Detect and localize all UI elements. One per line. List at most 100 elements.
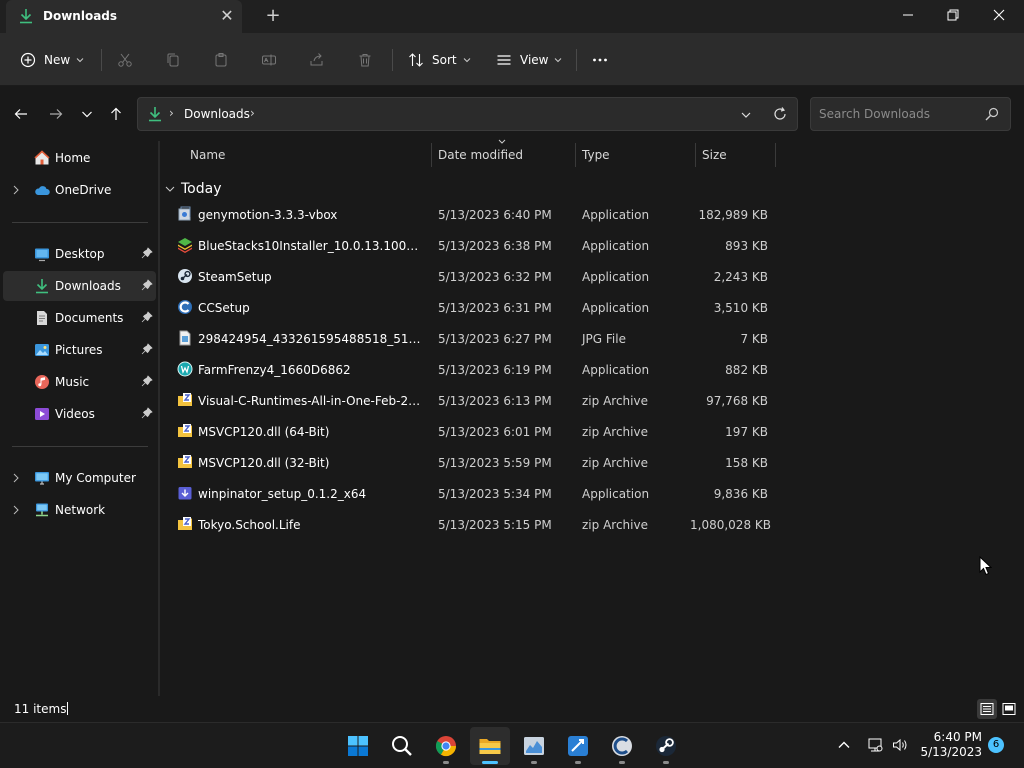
- table-row[interactable]: winpinator_setup_0.1.2_x64 5/13/2023 5:3…: [160, 478, 780, 509]
- table-row[interactable]: CCSetup 5/13/2023 6:31 PM Application 3,…: [160, 292, 780, 323]
- chevron-right-icon[interactable]: [12, 504, 20, 516]
- file-date: 5/13/2023 5:34 PM: [438, 487, 552, 501]
- view-button[interactable]: View: [496, 47, 562, 73]
- network-status-icon[interactable]: [867, 737, 883, 753]
- table-row[interactable]: 298424954_433261595488518_5109824545... …: [160, 323, 780, 354]
- file-type: Application: [582, 487, 650, 501]
- delete-button[interactable]: [357, 47, 373, 73]
- column-header-date-modified[interactable]: Date modified: [432, 139, 576, 169]
- group-header-today[interactable]: Today: [165, 178, 222, 200]
- network-icon: [36, 503, 48, 517]
- restore-button[interactable]: [930, 0, 976, 30]
- column-header-name[interactable]: Name: [182, 141, 432, 169]
- system-clock[interactable]: 6:40 PM 5/13/2023: [918, 730, 982, 760]
- file-size: 158 KB: [725, 456, 768, 470]
- sort-button[interactable]: Sort: [408, 47, 471, 73]
- pin-icon[interactable]: [141, 311, 153, 323]
- table-row[interactable]: SteamSetup 5/13/2023 6:32 PM Application…: [160, 261, 780, 292]
- sidebar-item-documents[interactable]: Documents: [3, 303, 156, 333]
- up-button[interactable]: [106, 104, 126, 124]
- close-icon: [993, 9, 1005, 21]
- table-row[interactable]: MSVCP120.dll (64-Bit) 5/13/2023 6:01 PM …: [160, 416, 780, 447]
- column-header-type[interactable]: Type: [576, 141, 696, 169]
- taskbar-chrome[interactable]: [426, 727, 466, 765]
- refresh-icon[interactable]: [772, 106, 788, 122]
- sidebar-item-onedrive[interactable]: OneDrive: [3, 175, 156, 205]
- sidebar-item-pictures[interactable]: Pictures: [3, 335, 156, 365]
- taskbar-steam[interactable]: [646, 727, 686, 765]
- share-button[interactable]: [309, 47, 325, 73]
- search-box[interactable]: [810, 97, 1011, 131]
- chevron-right-icon[interactable]: [12, 472, 20, 484]
- start-button[interactable]: [338, 727, 378, 765]
- address-row: › Downloads ›: [0, 86, 1024, 141]
- chevron-right-icon[interactable]: [12, 184, 20, 196]
- pin-icon[interactable]: [141, 279, 153, 291]
- status-divider: [67, 702, 68, 715]
- paste-button[interactable]: [213, 47, 229, 73]
- close-window-button[interactable]: [976, 0, 1022, 30]
- sidebar-item-my-computer[interactable]: My Computer: [3, 463, 156, 493]
- table-row[interactable]: FarmFrenzy4_1660D6862 5/13/2023 6:19 PM …: [160, 354, 780, 385]
- pin-icon[interactable]: [141, 343, 153, 355]
- pin-icon[interactable]: [141, 247, 153, 259]
- forward-button[interactable]: [46, 104, 66, 124]
- taskbar-search-button[interactable]: [382, 727, 422, 765]
- zip-archive-icon: [178, 393, 192, 406]
- minimize-icon: [903, 14, 913, 16]
- breadcrumb-chevron-icon[interactable]: ›: [250, 106, 255, 120]
- pin-icon[interactable]: [141, 407, 153, 419]
- copy-button[interactable]: [165, 47, 181, 73]
- view-label: View: [520, 53, 549, 67]
- show-hidden-icons-chevron-icon[interactable]: [836, 737, 852, 753]
- new-button[interactable]: New: [20, 47, 84, 73]
- table-row[interactable]: Visual-C-Runtimes-All-in-One-Feb-2023 5/…: [160, 385, 780, 416]
- column-header-size[interactable]: Size: [696, 141, 776, 169]
- pin-icon[interactable]: [141, 375, 153, 387]
- sidebar-item-videos[interactable]: Videos: [3, 399, 156, 429]
- taskbar-ccleaner[interactable]: [602, 727, 642, 765]
- volume-icon[interactable]: [892, 737, 908, 753]
- navigation-pane: Home OneDrive Desktop Downloads Document…: [0, 141, 158, 696]
- sidebar-item-downloads[interactable]: Downloads: [3, 271, 156, 301]
- minimize-button[interactable]: [885, 0, 931, 30]
- more-options-button[interactable]: [592, 47, 608, 73]
- table-row[interactable]: MSVCP120.dll (32-Bit) 5/13/2023 5:59 PM …: [160, 447, 780, 478]
- breadcrumb-chevron-icon[interactable]: ›: [169, 106, 174, 120]
- table-row[interactable]: BlueStacks10Installer_10.0.13.1003_nativ…: [160, 230, 780, 261]
- winpinator-installer-icon: [178, 487, 192, 500]
- taskbar-file-explorer[interactable]: [470, 727, 510, 765]
- breadcrumb-downloads[interactable]: Downloads: [184, 107, 250, 121]
- tiles-view-toggle[interactable]: [999, 699, 1019, 719]
- rename-button[interactable]: [261, 47, 277, 73]
- sidebar-item-network[interactable]: Network: [3, 495, 156, 525]
- toolbar-divider: [101, 49, 102, 71]
- notification-badge[interactable]: 6: [988, 737, 1004, 753]
- genymotion-installer-icon: [178, 206, 191, 221]
- ellipsis-icon: [593, 58, 607, 62]
- arrow-up-icon: [111, 107, 121, 120]
- taskbar-installer-app[interactable]: [558, 727, 598, 765]
- recent-locations-button[interactable]: [77, 104, 97, 124]
- file-size: 893 KB: [725, 239, 768, 253]
- tab-close-icon[interactable]: ✕: [218, 7, 236, 25]
- address-bar[interactable]: › Downloads ›: [137, 97, 798, 131]
- new-tab-plus-icon[interactable]: +: [262, 5, 284, 27]
- taskbar-task-manager[interactable]: [514, 727, 554, 765]
- back-button[interactable]: [11, 104, 31, 124]
- address-dropdown-chevron-icon[interactable]: [738, 107, 754, 123]
- details-view-toggle[interactable]: [977, 699, 997, 719]
- column-resize-handle[interactable]: [775, 143, 776, 167]
- clock-date: 5/13/2023: [920, 745, 982, 759]
- sidebar-label: Desktop: [55, 247, 105, 261]
- cut-button[interactable]: [117, 47, 133, 73]
- table-row[interactable]: genymotion-3.3.3-vbox 5/13/2023 6:40 PM …: [160, 199, 780, 230]
- tab-downloads[interactable]: Downloads ✕: [6, 0, 242, 33]
- sidebar-item-music[interactable]: Music: [3, 367, 156, 397]
- table-row[interactable]: Tokyo.School.Life 5/13/2023 5:15 PM zip …: [160, 509, 780, 540]
- clipboard-icon: [215, 53, 227, 67]
- sidebar-item-desktop[interactable]: Desktop: [3, 239, 156, 269]
- sidebar-label: Home: [55, 151, 91, 165]
- sidebar-item-home[interactable]: Home: [3, 143, 156, 173]
- search-input[interactable]: [819, 106, 979, 122]
